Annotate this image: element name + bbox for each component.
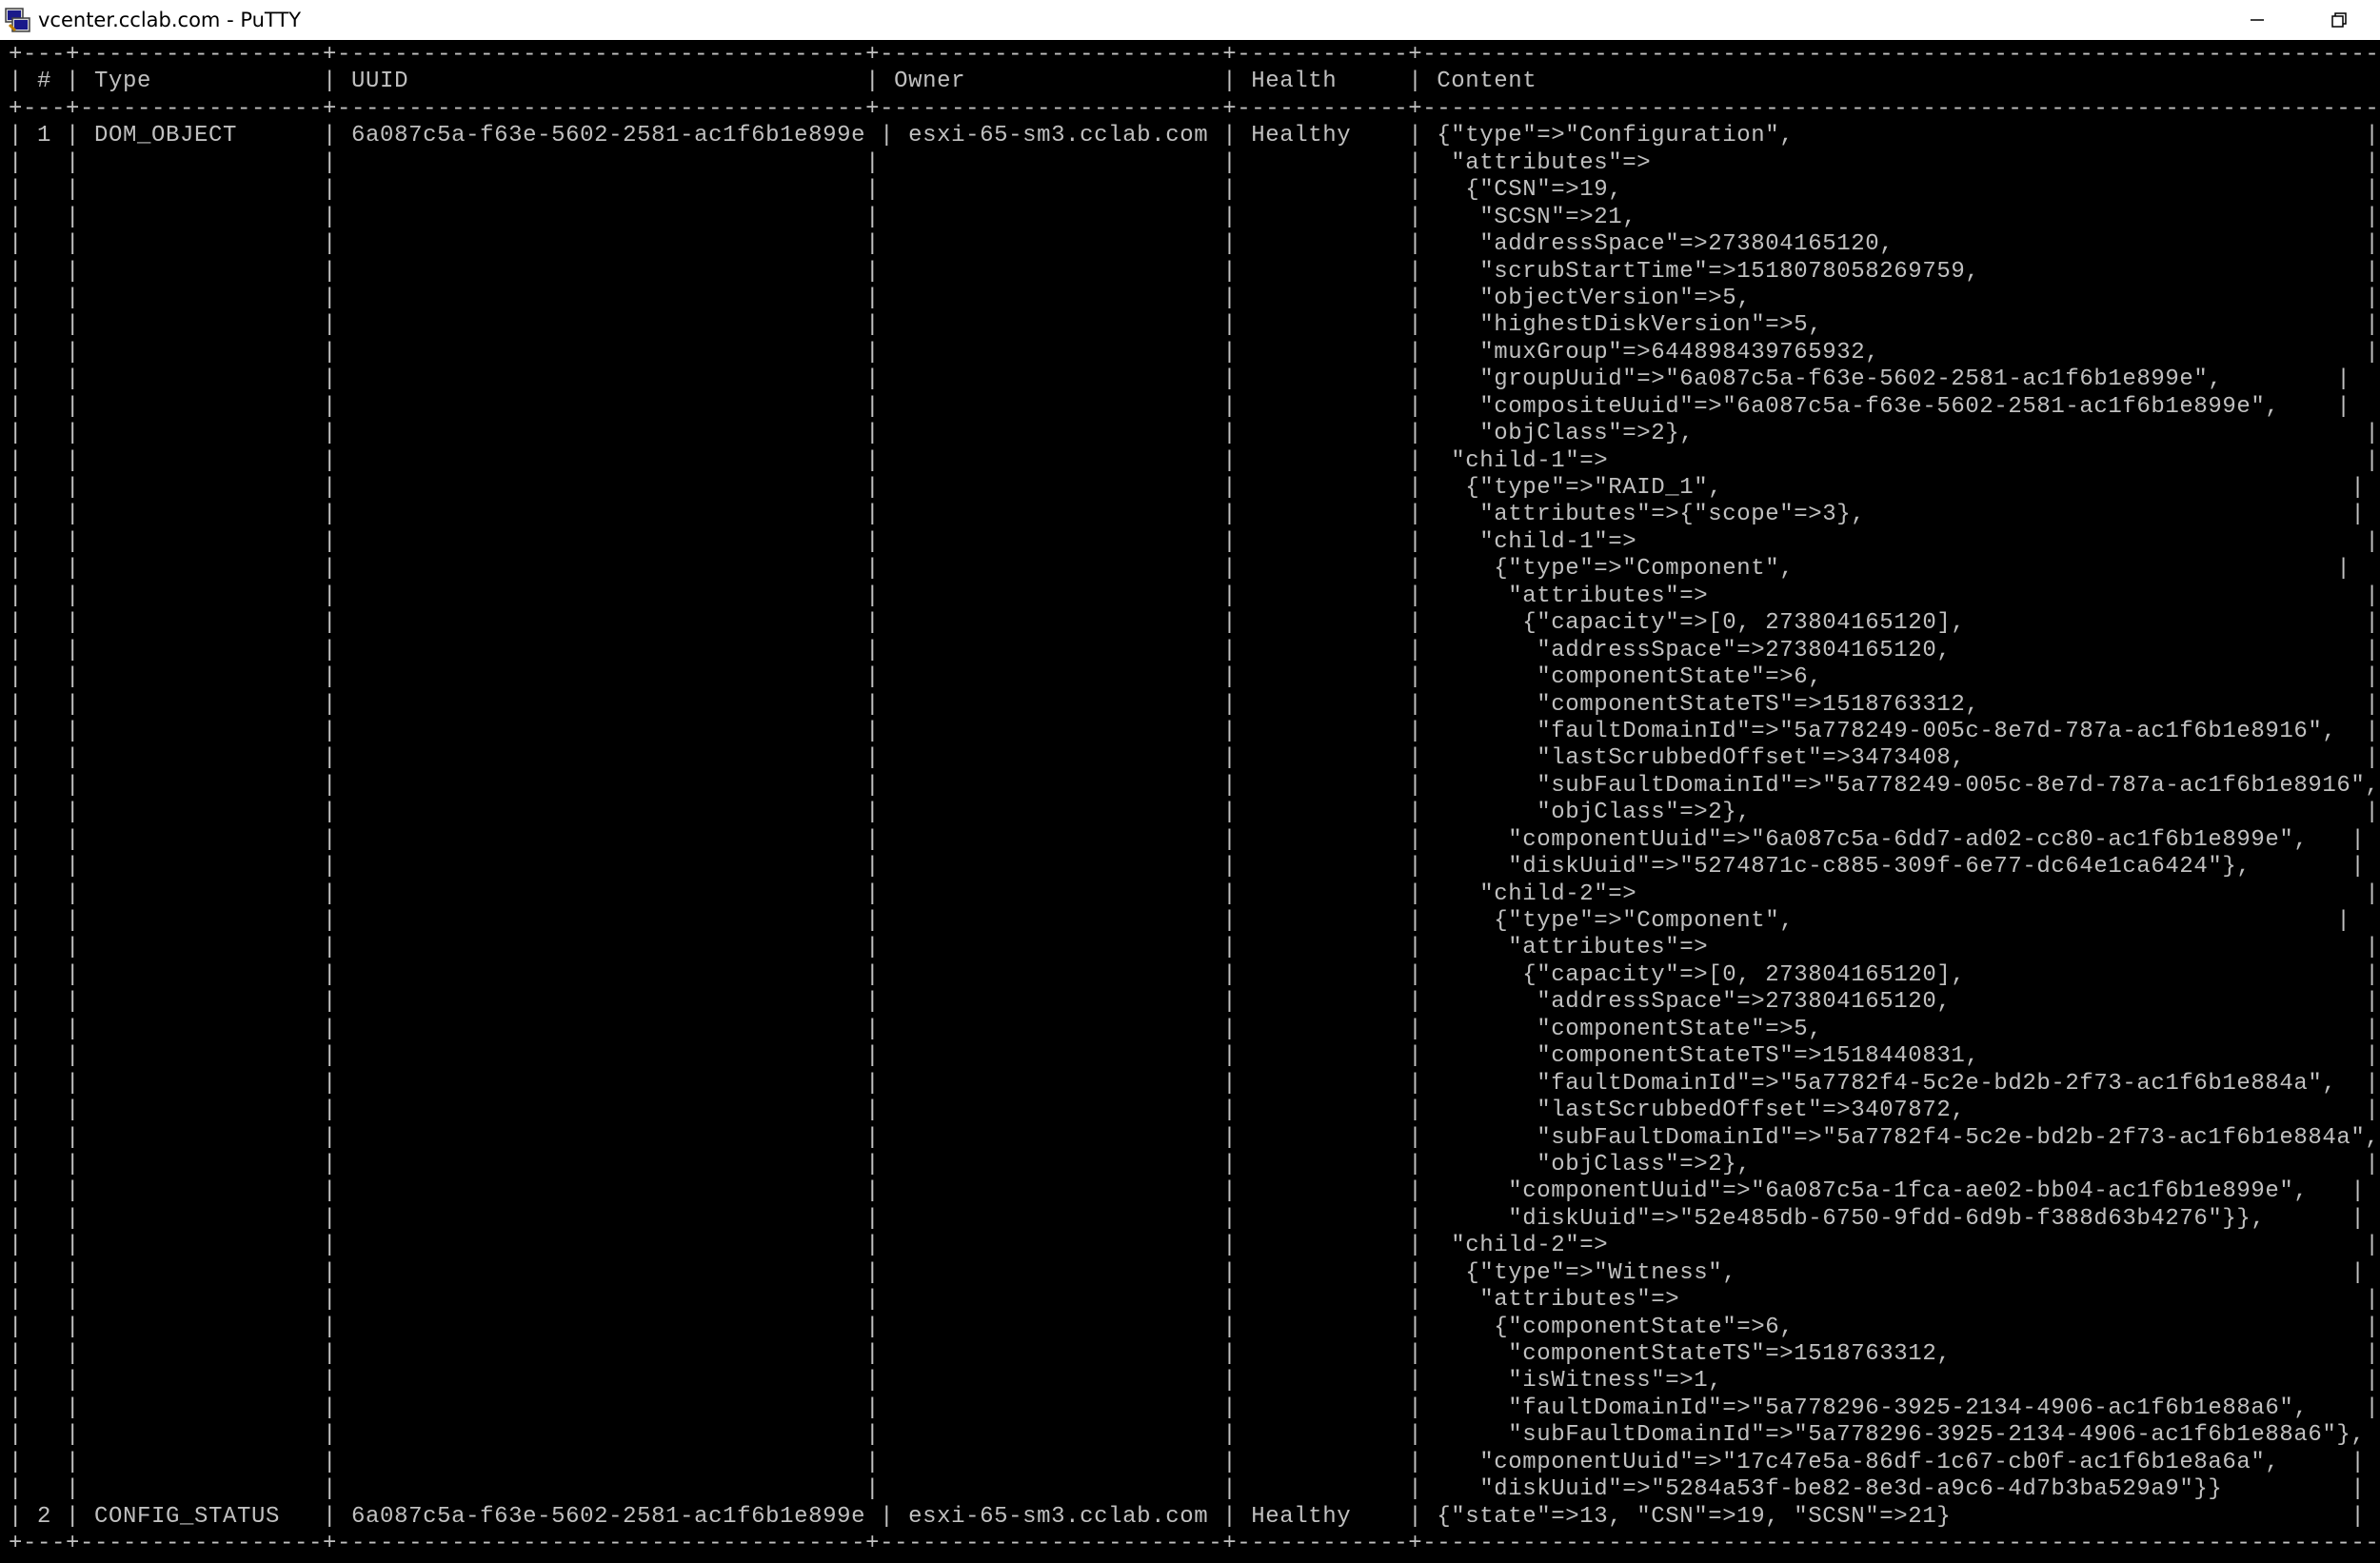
terminal-line: | 2 | CONFIG_STATUS | 6a087c5a-f63e-5602…	[9, 1503, 2366, 1530]
terminal-line: | | | | | | "faultDomainId"=>"5a778249-0…	[9, 718, 2380, 744]
terminal-line: | | | | | | {"componentState"=>6, |	[9, 1314, 2380, 1340]
terminal-line: | | | | | | "objClass"=>2}, |	[9, 800, 2380, 826]
terminal-line: | | | | | | "diskUuid"=>"5274871c-c885-3…	[9, 854, 2366, 880]
terminal-line: | | | | | | "lastScrubbedOffset"=>340787…	[9, 1098, 2380, 1124]
restore-icon	[2331, 12, 2347, 28]
terminal-line: +---+-----------------+-----------------…	[9, 42, 2380, 68]
terminal-line: | | | | | | "muxGroup"=>644898439765932,…	[9, 339, 2380, 366]
restore-button[interactable]	[2298, 0, 2380, 40]
terminal-line: | | | | | | "scrubStartTime"=>1518078058…	[9, 258, 2380, 285]
terminal-line: | | | | | | "compositeUuid"=>"6a087c5a-f…	[9, 393, 2351, 420]
terminal-line: | | | | | | "addressSpace"=>273804165120…	[9, 637, 2380, 663]
terminal-line: | | | | | | "attributes"=> |	[9, 935, 2380, 961]
terminal-line: | | | | | | "subFaultDomainId"=>"5a77824…	[9, 772, 2380, 799]
terminal-line: | | | | | | {"type"=>"RAID_1", |	[9, 475, 2366, 501]
terminal-line: | | | | | | "componentUuid"=>"6a087c5a-1…	[9, 1178, 2366, 1205]
minimize-button[interactable]	[2216, 0, 2298, 40]
terminal-line: | | | | | | "componentState"=>5, |	[9, 1016, 2380, 1042]
terminal-line: | | | | | | "componentUuid"=>"17c47e5a-8…	[9, 1449, 2366, 1475]
terminal-line: | | | | | | "attributes"=>{"scope"=>3}, …	[9, 502, 2366, 528]
putty-window: vcenter.cclab.com - PuTTY +---+---------…	[0, 0, 2380, 1563]
terminal-line: | | | | | | {"type"=>"Component", |	[9, 908, 2351, 934]
terminal-line: | | | | | | "componentState"=>6, |	[9, 664, 2380, 691]
terminal-line: | | | | | | {"CSN"=>19, |	[9, 177, 2380, 204]
terminal-line: | | | | | | "child-2"=> |	[9, 880, 2380, 907]
terminal-line: | | | | | | "diskUuid"=>"52e485db-6750-9…	[9, 1205, 2366, 1232]
terminal-line: | | | | | | "attributes"=> |	[9, 583, 2380, 609]
terminal-line: | | | | | | "componentUuid"=>"6a087c5a-6…	[9, 826, 2366, 853]
terminal-line: | | | | | | "componentStateTS"=>15184408…	[9, 1043, 2380, 1070]
putty-terminal-icon	[4, 6, 32, 34]
terminal-line: | | | | | | "isWitness"=>1, |	[9, 1368, 2380, 1395]
terminal-line: | | | | | | "addressSpace"=>273804165120…	[9, 989, 2380, 1016]
terminal-line: | | | | | | {"capacity"=>[0, 27380416512…	[9, 610, 2380, 637]
terminal-line: | # | Type | UUID | Owner | Health | Con…	[9, 69, 2380, 95]
terminal-line: | | | | | | "objClass"=>2}, |	[9, 1151, 2380, 1177]
terminal-line: | | | | | | "attributes"=> |	[9, 149, 2380, 176]
terminal-line: | | | | | | "componentStateTS"=>15187633…	[9, 691, 2380, 718]
minimize-icon	[2251, 19, 2264, 21]
terminal-line: +---+-----------------+-----------------…	[9, 1531, 2380, 1557]
terminal-line: | | | | | | "SCSN"=>21, |	[9, 204, 2380, 230]
terminal-line: | | | | | | {"type"=>"Witness", |	[9, 1259, 2366, 1286]
terminal-line: | | | | | | "addressSpace"=>273804165120…	[9, 231, 2380, 258]
terminal-line: | | | | | | "highestDiskVersion"=>5, |	[9, 312, 2380, 339]
terminal-line: | | | | | | {"type"=>"Component", |	[9, 556, 2351, 583]
terminal-line: | | | | | | "attributes"=> |	[9, 1287, 2380, 1314]
terminal-area[interactable]: +---+-----------------+-----------------…	[0, 42, 2380, 1563]
terminal-line: | 1 | DOM_OBJECT | 6a087c5a-f63e-5602-25…	[9, 123, 2380, 149]
terminal-line: | | | | | | "faultDomainId"=>"5a7782f4-5…	[9, 1070, 2380, 1097]
terminal-line: | | | | | | "groupUuid"=>"6a087c5a-f63e-…	[9, 366, 2351, 393]
terminal-line: | | | | | | {"capacity"=>[0, 27380416512…	[9, 961, 2380, 988]
terminal-line: | | | | | | "componentStateTS"=>15187633…	[9, 1341, 2380, 1367]
terminal-line: | | | | | | "lastScrubbedOffset"=>347340…	[9, 745, 2380, 772]
terminal-line: | | | | | | "faultDomainId"=>"5a778296-3…	[9, 1395, 2380, 1421]
terminal-line: | | | | | | "child-1"=> |	[9, 528, 2380, 555]
terminal-line: | | | | | | "subFaultDomainId"=>"5a7782f…	[9, 1124, 2380, 1151]
terminal-line: +---+-----------------+-----------------…	[9, 95, 2380, 122]
terminal-line: | | | | | | "child-2"=> |	[9, 1233, 2380, 1259]
terminal-line: | | | | | | "subFaultDomainId"=>"5a77829…	[9, 1422, 2380, 1449]
title-bar[interactable]: vcenter.cclab.com - PuTTY	[0, 0, 2380, 40]
terminal-output: +---+-----------------+-----------------…	[0, 42, 2380, 1558]
terminal-line: | | | | | | "objectVersion"=>5, |	[9, 285, 2380, 311]
terminal-line: | | | | | | "diskUuid"=>"5284a53f-be82-8…	[9, 1476, 2366, 1503]
terminal-line: | | | | | | "objClass"=>2}, |	[9, 421, 2380, 447]
window-title: vcenter.cclab.com - PuTTY	[38, 9, 302, 31]
terminal-line: | | | | | | "child-1"=> |	[9, 447, 2380, 474]
